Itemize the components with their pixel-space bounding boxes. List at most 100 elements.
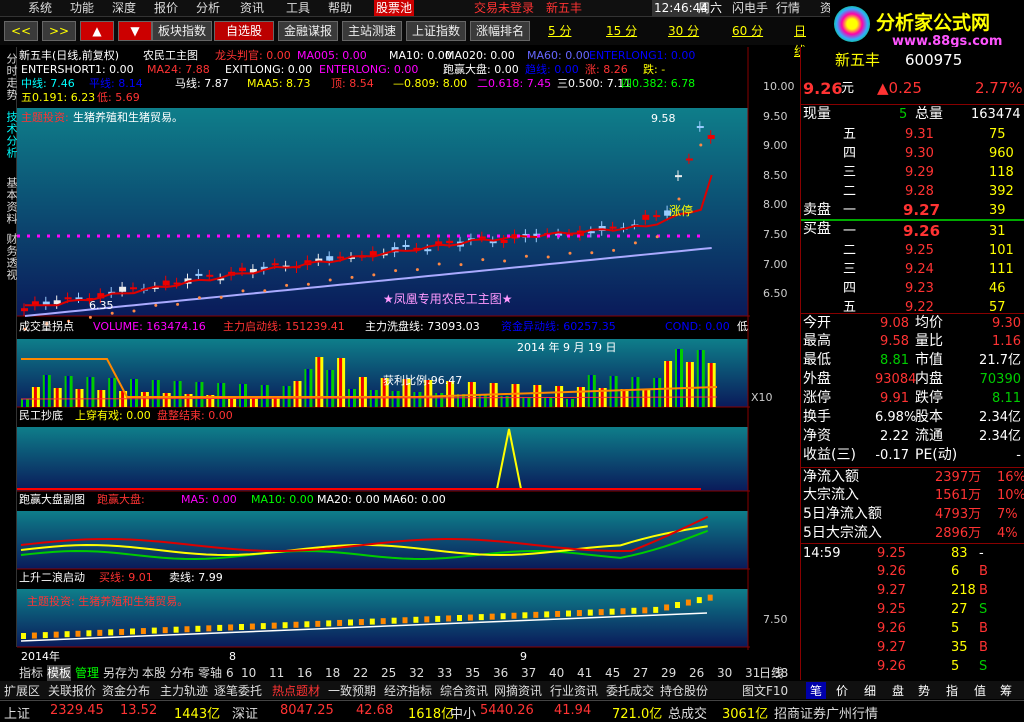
- indicator-tab-26[interactable]: 31: [745, 665, 760, 681]
- menu-3[interactable]: 报价: [154, 0, 178, 16]
- menu-6[interactable]: 工具: [286, 0, 310, 16]
- bottom-tab-1[interactable]: 关联报价: [48, 682, 96, 699]
- p5-bar: [576, 610, 582, 617]
- bottom-tab-15[interactable]: 价: [836, 682, 848, 699]
- bottom-tab-13[interactable]: 图文F10: [742, 682, 788, 699]
- toolbar-button-3[interactable]: 主站测速: [342, 21, 402, 41]
- bottom-tab-2[interactable]: 资金分布: [102, 682, 150, 699]
- bottom-tab-12[interactable]: 持仓股份: [660, 682, 708, 699]
- indicator-tab-18[interactable]: 37: [521, 665, 536, 681]
- menu-10[interactable]: 新五丰: [546, 0, 582, 16]
- buy-level-2: 三: [843, 262, 857, 277]
- menu-1[interactable]: 功能: [70, 0, 94, 16]
- bottom-tab-10[interactable]: 行业资讯: [550, 682, 598, 699]
- indicator-tab-23[interactable]: 29: [661, 665, 676, 681]
- indicator-tab-12[interactable]: 22: [353, 665, 368, 681]
- period-button-0[interactable]: 5 分: [548, 21, 571, 41]
- menu-0[interactable]: 系统: [28, 0, 52, 16]
- toolbar-button-2[interactable]: 金融谋报: [278, 21, 338, 41]
- toolbar-button-5[interactable]: 涨幅排名: [470, 21, 530, 41]
- indicator-tab-4[interactable]: 本股: [142, 665, 166, 681]
- status-item-0: 上证: [4, 707, 31, 722]
- period-button-4[interactable]: 日 线: [794, 21, 806, 58]
- bottom-tab-8[interactable]: 综合资讯: [440, 682, 488, 699]
- bottom-tab-19[interactable]: 指: [946, 682, 958, 699]
- indicator-tab-20[interactable]: 41: [577, 665, 592, 681]
- indicator-tab-15[interactable]: 33: [437, 665, 452, 681]
- toolbar-button-0[interactable]: 板块指数: [152, 21, 212, 41]
- left-tab-2[interactable]: 基本资料: [0, 177, 18, 225]
- indicator-tab-9[interactable]: 11: [269, 665, 284, 681]
- bottom-tab-6[interactable]: 一致预期: [328, 682, 376, 699]
- bottom-tab-0[interactable]: 扩展区: [4, 682, 40, 699]
- candle: [707, 135, 715, 139]
- top-right-0[interactable]: 闪电手: [732, 0, 768, 16]
- nav-button-2[interactable]: ▲: [80, 21, 114, 41]
- period-button-2[interactable]: 30 分: [668, 21, 699, 41]
- sell-level-3: 二: [843, 184, 857, 199]
- menu-4[interactable]: 分析: [196, 0, 220, 16]
- tick-vol-2: 218: [951, 583, 976, 598]
- indicator-tab-21[interactable]: 45: [605, 665, 620, 681]
- indicator-tab-24[interactable]: 26: [689, 665, 704, 681]
- menu-9[interactable]: 交易未登录: [474, 0, 534, 16]
- menu-7[interactable]: 帮助: [328, 0, 352, 16]
- p5-sell: 卖线: 7.99: [169, 571, 223, 584]
- bottom-tab-5[interactable]: 热点题材: [272, 682, 320, 699]
- p5-bar: [511, 612, 517, 619]
- menu-2[interactable]: 深度: [112, 0, 136, 16]
- menu-5[interactable]: 资讯: [240, 0, 264, 16]
- indicator-tab-11[interactable]: 18: [325, 665, 340, 681]
- nav-button-0[interactable]: <<: [4, 21, 38, 41]
- bottom-tab-21[interactable]: 筹: [1000, 682, 1012, 699]
- nav-button-1[interactable]: >>: [42, 21, 76, 41]
- bottom-tab-20[interactable]: 值: [974, 682, 986, 699]
- indicator-tab-1[interactable]: 模板: [47, 665, 72, 681]
- p5-bar: [304, 621, 310, 628]
- indicator-tab-6[interactable]: 零轴: [198, 665, 222, 681]
- indicator-tab-22[interactable]: 27: [633, 665, 648, 681]
- quote-row: 四 9.23 46: [801, 279, 1024, 298]
- bottom-tab-11[interactable]: 委托成交: [606, 682, 654, 699]
- bottom-tab-17[interactable]: 盘: [892, 682, 904, 699]
- period-button-1[interactable]: 15 分: [606, 21, 637, 41]
- bottom-tab-16[interactable]: 细: [864, 682, 876, 699]
- indicator-tab-8[interactable]: 10: [241, 665, 256, 681]
- menu-8[interactable]: 股票池: [374, 0, 415, 16]
- left-tab-3[interactable]: 财务透视: [0, 233, 18, 281]
- indicator-tab-3[interactable]: 另存为: [103, 665, 139, 681]
- bottom-tab-4[interactable]: 逐笔委托: [214, 682, 262, 699]
- bottom-tab-7[interactable]: 经济指标: [384, 682, 432, 699]
- stock-name: 新五丰: [835, 51, 881, 69]
- indicator-tab-17[interactable]: 36: [493, 665, 508, 681]
- indicator-tab-19[interactable]: 40: [549, 665, 564, 681]
- indicator-tab-10[interactable]: 16: [297, 665, 312, 681]
- nav-button-3[interactable]: ▼: [118, 21, 152, 41]
- bottom-tab-3[interactable]: 主力轨迹: [160, 682, 208, 699]
- indicator-tab-25[interactable]: 30: [717, 665, 732, 681]
- indicator-tab-7[interactable]: 6: [226, 665, 234, 681]
- bottom-tab-18[interactable]: 势: [918, 682, 930, 699]
- left-tab-0[interactable]: 分时走势: [0, 53, 18, 101]
- indicator-tab-16[interactable]: 35: [465, 665, 480, 681]
- p3-title: 民工抄底: [19, 409, 63, 422]
- toolbar-button-4[interactable]: 上证指数: [406, 21, 466, 41]
- indicator-tab-2[interactable]: 管理: [75, 665, 99, 681]
- indicator-tab-14[interactable]: 32: [409, 665, 424, 681]
- indicator-tab-0[interactable]: 指标: [19, 665, 43, 681]
- indicator-tab-5[interactable]: 分布: [170, 665, 194, 681]
- tab-right[interactable]: 日线: [759, 665, 783, 681]
- p4-val-2: MA10: 0.00: [251, 493, 314, 506]
- indicator-tab-13[interactable]: 25: [381, 665, 396, 681]
- main-center-label: ★凤凰专用农民工主图★: [383, 292, 513, 306]
- ytick-6: 7.00: [763, 258, 788, 271]
- toolbar-button-1[interactable]: 自选股: [214, 21, 274, 41]
- flow-pct-3: 4%: [997, 526, 1018, 541]
- top-right-1[interactable]: 行情: [776, 0, 800, 16]
- bottom-tab-9[interactable]: 网摘资讯: [494, 682, 542, 699]
- bottom-tab-14[interactable]: 笔: [806, 682, 827, 699]
- vol-bar-inner: [23, 399, 26, 407]
- p5-bar: [675, 602, 680, 608]
- period-button-3[interactable]: 60 分: [732, 21, 763, 41]
- left-tab-1[interactable]: 技术分析: [0, 111, 18, 159]
